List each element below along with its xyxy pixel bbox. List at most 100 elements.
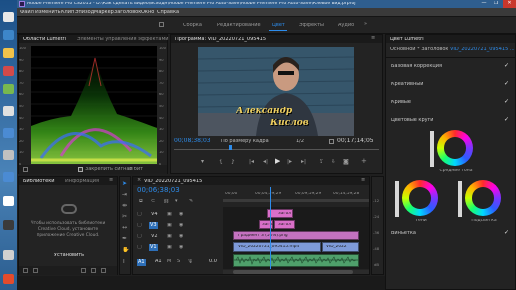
tab-sequence[interactable]: VID_20220721_095415 [144, 179, 202, 184]
sync-lock-icon[interactable]: ▣ [167, 234, 172, 239]
menu-file[interactable]: Файл [20, 10, 34, 15]
track-label[interactable]: V4 [151, 212, 158, 217]
section-creative[interactable]: Креативный [391, 82, 423, 87]
add-library-icon[interactable] [23, 268, 28, 273]
workspace-color[interactable]: Цвет [272, 23, 285, 28]
desktop-file-icon[interactable] [3, 12, 14, 22]
tab-lumetri-color[interactable]: Цвет Lumetri [390, 37, 424, 42]
shadows-color-wheel[interactable] [402, 180, 438, 216]
mute-icon[interactable]: M [167, 259, 171, 264]
work-area-bar[interactable] [223, 199, 369, 202]
close-button[interactable]: ✕ [503, 0, 516, 8]
track-label[interactable]: V2 [151, 234, 158, 239]
tab-libraries[interactable]: Библиотеки [23, 179, 55, 184]
slip-tool-icon[interactable]: ↔ [122, 225, 127, 231]
color-wheels-check-icon[interactable]: ✓ [504, 116, 509, 123]
section-curves[interactable]: Кривые [391, 100, 411, 105]
highlights-color-wheel[interactable] [465, 180, 501, 216]
menu-marker[interactable]: Маркер [94, 10, 114, 15]
step-back-icon[interactable]: ◂| [263, 159, 268, 165]
mark-in-bracket-icon[interactable]: { [219, 159, 223, 165]
extract-icon[interactable]: ⇩ [331, 159, 336, 165]
text-icon[interactable] [33, 268, 38, 273]
menu-window[interactable]: Окно [141, 10, 154, 15]
timeline-timecode[interactable]: 00;06;38;03 [137, 187, 180, 194]
track-label[interactable]: V3 [149, 222, 158, 229]
highlights-slider[interactable] [458, 181, 462, 217]
workspace-audio[interactable]: Аудио [338, 23, 354, 28]
trash-icon[interactable] [101, 268, 106, 273]
panel-menu-icon[interactable]: ≡ [361, 178, 365, 183]
export-frame-icon[interactable]: ◙ [343, 159, 349, 165]
add-button-icon[interactable]: + [361, 158, 367, 165]
track-target-icon[interactable]: ▢ [137, 245, 142, 250]
timeline-clip[interactable]: Загол [274, 220, 295, 229]
clip-selector[interactable]: VID_20220721_095415 ... [450, 47, 514, 52]
program-playhead[interactable] [229, 145, 232, 150]
desktop-app-icon[interactable] [3, 66, 14, 76]
track-label[interactable]: V1 [149, 244, 158, 251]
type-tool-icon[interactable]: T [122, 259, 126, 265]
workspace-assembly[interactable]: Сборка [183, 23, 202, 28]
go-to-out-icon[interactable]: ▸| [301, 159, 306, 165]
timeline-ruler[interactable]: 00;00 00;04;59;29 00;09;59;29 00;14;59;2… [223, 189, 369, 203]
step-forward-icon[interactable]: |▸ [287, 159, 292, 165]
go-to-in-icon[interactable]: |◂ [249, 159, 254, 165]
fit-dropdown[interactable]: По размеру кадра [221, 139, 269, 144]
desktop-file-icon[interactable] [3, 106, 14, 116]
tab-effect-controls[interactable]: Элементы управления эффектами [77, 37, 169, 42]
timeline-clip[interactable]: Градиент 3 (50%).png [233, 231, 359, 240]
workspace-more-icon[interactable]: » [364, 22, 367, 27]
tab-lumetri-scopes[interactable]: Области Lumetri [23, 37, 66, 42]
install-button[interactable]: Установить [47, 253, 91, 258]
desktop-file-icon[interactable] [3, 196, 14, 206]
add-marker-icon[interactable]: ▾ [175, 199, 178, 204]
panel-menu-icon[interactable]: ≡ [371, 36, 375, 41]
mark-out-bracket-icon[interactable]: } [231, 159, 235, 165]
master-preset-dropdown[interactable]: Основной * Заголовок... [390, 47, 448, 52]
sync-lock-icon[interactable]: ▣ [167, 245, 172, 250]
curves-check-icon[interactable]: ✓ [504, 98, 509, 105]
workspace-effects[interactable]: Эффекты [299, 23, 324, 28]
tab-program-monitor[interactable]: Программа: VID_20220721_095415 [175, 37, 266, 42]
workspace-editing[interactable]: Редактирование [217, 23, 261, 28]
razor-tool-icon[interactable]: ✂ [122, 214, 127, 220]
basic-correction-check-icon[interactable]: ✓ [504, 62, 509, 69]
menu-help[interactable]: Справка [157, 10, 179, 15]
timeline-settings-icon[interactable]: ✎ [189, 199, 193, 204]
snap-icon[interactable]: ⊂ [151, 199, 155, 204]
eye-icon[interactable]: ◉ [179, 223, 183, 228]
shadows-slider[interactable] [395, 181, 399, 217]
timeline-clip[interactable]: VID_20220721_095415.mp4 [233, 242, 321, 252]
scrollbar-thumb[interactable] [233, 270, 353, 274]
timeline-clip[interactable] [233, 254, 359, 267]
lift-icon[interactable]: ⇪ [319, 159, 324, 165]
track-area[interactable]: Загол Загол Загол Градиент 3 (50%).png V… [223, 187, 369, 269]
menu-title[interactable]: Заголовок [114, 10, 141, 15]
selection-tool-icon[interactable]: ➤ [122, 181, 127, 187]
sync-lock-icon[interactable]: ▣ [167, 223, 172, 228]
nest-icon[interactable]: ⧉ [139, 199, 143, 204]
playhead-timecode[interactable]: 00;08;38;03 [174, 138, 211, 144]
resolution-dropdown[interactable]: 1/2 [296, 139, 304, 144]
track-target-icon[interactable]: ▢ [137, 234, 142, 239]
menu-clip[interactable]: Клип [61, 10, 74, 15]
desktop-app-icon[interactable] [3, 84, 14, 94]
track-label[interactable]: A1 [137, 259, 146, 266]
vignette-check-icon[interactable]: ✓ [504, 229, 509, 236]
desktop-app-icon[interactable] [3, 172, 14, 182]
timeline-clip[interactable]: VID_2022 [322, 242, 359, 252]
desktop-folder-icon[interactable] [3, 30, 14, 40]
sync-lock-icon[interactable]: ▣ [167, 212, 172, 217]
pen-tool-icon[interactable]: ✒ [122, 236, 127, 242]
desktop-file-icon[interactable] [3, 150, 14, 160]
track-select-tool-icon[interactable]: ⇥ [122, 192, 127, 198]
linked-selection-icon[interactable]: ⛓ [163, 199, 169, 204]
eye-icon[interactable]: ◉ [179, 234, 183, 239]
mark-in-icon[interactable]: ▾ [201, 159, 204, 165]
desktop-file-icon[interactable] [3, 250, 14, 260]
program-scrubber[interactable] [174, 145, 379, 150]
minimize-button[interactable]: — [479, 1, 489, 6]
home-icon[interactable] [159, 22, 164, 27]
midtones-color-wheel[interactable] [437, 130, 473, 166]
